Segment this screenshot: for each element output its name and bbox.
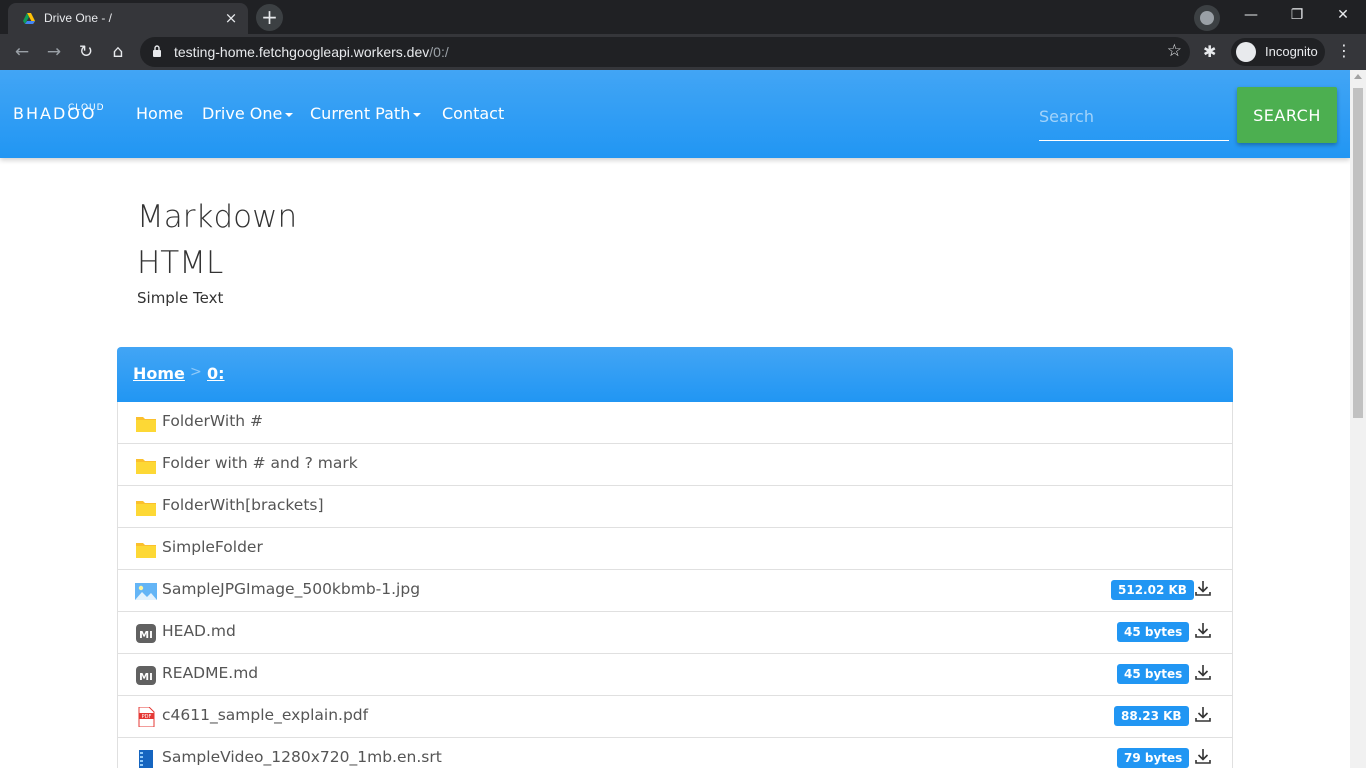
download-icon[interactable] — [1194, 663, 1212, 681]
folder-icon — [136, 459, 156, 474]
file-name: README.md — [162, 664, 259, 682]
close-window-button[interactable]: ✕ — [1320, 0, 1366, 32]
nav-contact-link[interactable]: Contact — [442, 104, 504, 123]
file-size-badge: 88.23 KB — [1114, 706, 1189, 726]
file-row-folder[interactable]: SimpleFolder — [118, 528, 1232, 570]
readme-text: Simple Text — [137, 289, 224, 307]
file-size-badge: 45 bytes — [1117, 664, 1190, 684]
forward-arrow-icon[interactable]: → — [42, 40, 66, 64]
minimize-button[interactable]: — — [1228, 0, 1274, 32]
page-viewport: CLOUD BHADOO Home Drive One Current Path… — [0, 70, 1350, 768]
lock-icon — [153, 45, 161, 57]
incognito-label: Incognito — [1265, 44, 1318, 59]
readme-heading-markdown: Markdown — [137, 199, 298, 235]
tab-title: Drive One - / — [44, 11, 113, 25]
file-row-folder[interactable]: Folder with # and ? mark — [118, 444, 1232, 486]
folder-icon — [136, 501, 156, 516]
nav-home-link[interactable]: Home — [136, 104, 183, 123]
file-row-subtitle[interactable]: SampleVideo_1280x720_1mb.en.srt 79 bytes — [118, 738, 1232, 768]
browser-menu-icon[interactable]: ⋮ — [1336, 41, 1352, 60]
new-tab-button[interactable]: + — [256, 4, 283, 31]
caret-down-icon — [413, 112, 422, 117]
file-name: HEAD.md — [162, 622, 236, 640]
site-navbar: CLOUD BHADOO Home Drive One Current Path… — [0, 70, 1350, 158]
home-icon[interactable]: ⌂ — [106, 40, 130, 64]
download-icon[interactable] — [1194, 705, 1212, 723]
file-name: c4611_sample_explain.pdf — [162, 706, 369, 724]
pdf-file-icon: PDF — [138, 707, 155, 727]
bookmark-star-icon[interactable]: ☆ — [1167, 41, 1182, 61]
reload-icon[interactable]: ↻ — [74, 40, 98, 64]
tab-search-icon[interactable] — [1194, 5, 1220, 31]
file-name: Folder with # and ? mark — [162, 454, 358, 472]
search-input[interactable] — [1039, 92, 1229, 141]
file-size-badge: 45 bytes — [1117, 622, 1190, 642]
search-button[interactable]: SEARCH — [1237, 87, 1337, 143]
file-size-badge: 79 bytes — [1117, 748, 1190, 768]
breadcrumb-separator: > — [190, 364, 202, 380]
back-arrow-icon[interactable]: ← — [10, 40, 34, 64]
scrollbar-thumb[interactable] — [1353, 88, 1363, 418]
nav-current-path-dropdown[interactable]: Current Path — [310, 104, 422, 123]
breadcrumb-home[interactable]: Home — [133, 364, 185, 383]
svg-text:MI: MI — [139, 630, 153, 641]
svg-text:MI: MI — [139, 672, 153, 683]
file-row-markdown[interactable]: MI README.md 45 bytes — [118, 654, 1232, 696]
readme-heading-html: HTML — [137, 245, 224, 281]
file-name: SampleJPGImage_500kbmb-1.jpg — [162, 580, 421, 598]
browser-titlebar: Drive One - / × + — ❐ ✕ — [0, 0, 1366, 34]
scroll-up-arrow-icon[interactable] — [1354, 74, 1362, 79]
folder-icon — [136, 543, 156, 558]
file-name: FolderWith[brackets] — [162, 496, 324, 514]
image-file-icon — [135, 583, 157, 600]
file-row-folder[interactable]: FolderWith[brackets] — [118, 486, 1232, 528]
file-name: SampleVideo_1280x720_1mb.en.srt — [162, 748, 442, 766]
breadcrumb-root[interactable]: 0: — [207, 364, 225, 383]
browser-tab[interactable]: Drive One - / × — [8, 3, 248, 34]
nav-drive-one-dropdown[interactable]: Drive One — [202, 104, 294, 123]
breadcrumb: Home > 0: — [117, 347, 1233, 402]
brand-logo[interactable]: BHADOO — [13, 104, 96, 123]
markdown-file-icon: MI — [136, 624, 156, 643]
url-text: testing-home.fetchgoogleapi.workers.dev/… — [174, 44, 449, 60]
video-file-icon — [139, 750, 153, 768]
page-scrollbar[interactable] — [1350, 70, 1366, 768]
google-drive-icon — [23, 13, 35, 24]
file-name: SimpleFolder — [162, 538, 263, 556]
download-icon[interactable] — [1194, 579, 1212, 597]
browser-toolbar: ← → ↻ ⌂ testing-home.fetchgoogleapi.work… — [0, 34, 1366, 70]
file-browser-card: Home > 0: FolderWith # Folder with # and… — [117, 347, 1233, 768]
markdown-file-icon: MI — [136, 666, 156, 685]
incognito-indicator[interactable]: Incognito — [1231, 38, 1325, 66]
caret-down-icon — [285, 112, 294, 117]
restore-button[interactable]: ❐ — [1274, 0, 1320, 32]
file-row-folder[interactable]: FolderWith # — [118, 402, 1232, 444]
folder-icon — [136, 417, 156, 432]
incognito-icon — [1236, 42, 1256, 62]
file-row-markdown[interactable]: MI HEAD.md 45 bytes — [118, 612, 1232, 654]
file-list: FolderWith # Folder with # and ? mark Fo… — [117, 402, 1233, 768]
tab-close-icon[interactable]: × — [222, 9, 240, 27]
download-icon[interactable] — [1194, 747, 1212, 765]
file-size-badge: 512.02 KB — [1111, 580, 1194, 600]
address-bar[interactable]: testing-home.fetchgoogleapi.workers.dev/… — [140, 37, 1190, 67]
file-row-pdf[interactable]: PDF c4611_sample_explain.pdf 88.23 KB — [118, 696, 1232, 738]
file-name: FolderWith # — [162, 412, 264, 430]
download-icon[interactable] — [1194, 621, 1212, 639]
extensions-puzzle-icon[interactable]: ✱ — [1203, 42, 1216, 61]
readme-content: Markdown HTML Simple Text — [137, 194, 297, 310]
svg-text:PDF: PDF — [142, 714, 152, 720]
file-row-image[interactable]: SampleJPGImage_500kbmb-1.jpg 512.02 KB — [118, 570, 1232, 612]
